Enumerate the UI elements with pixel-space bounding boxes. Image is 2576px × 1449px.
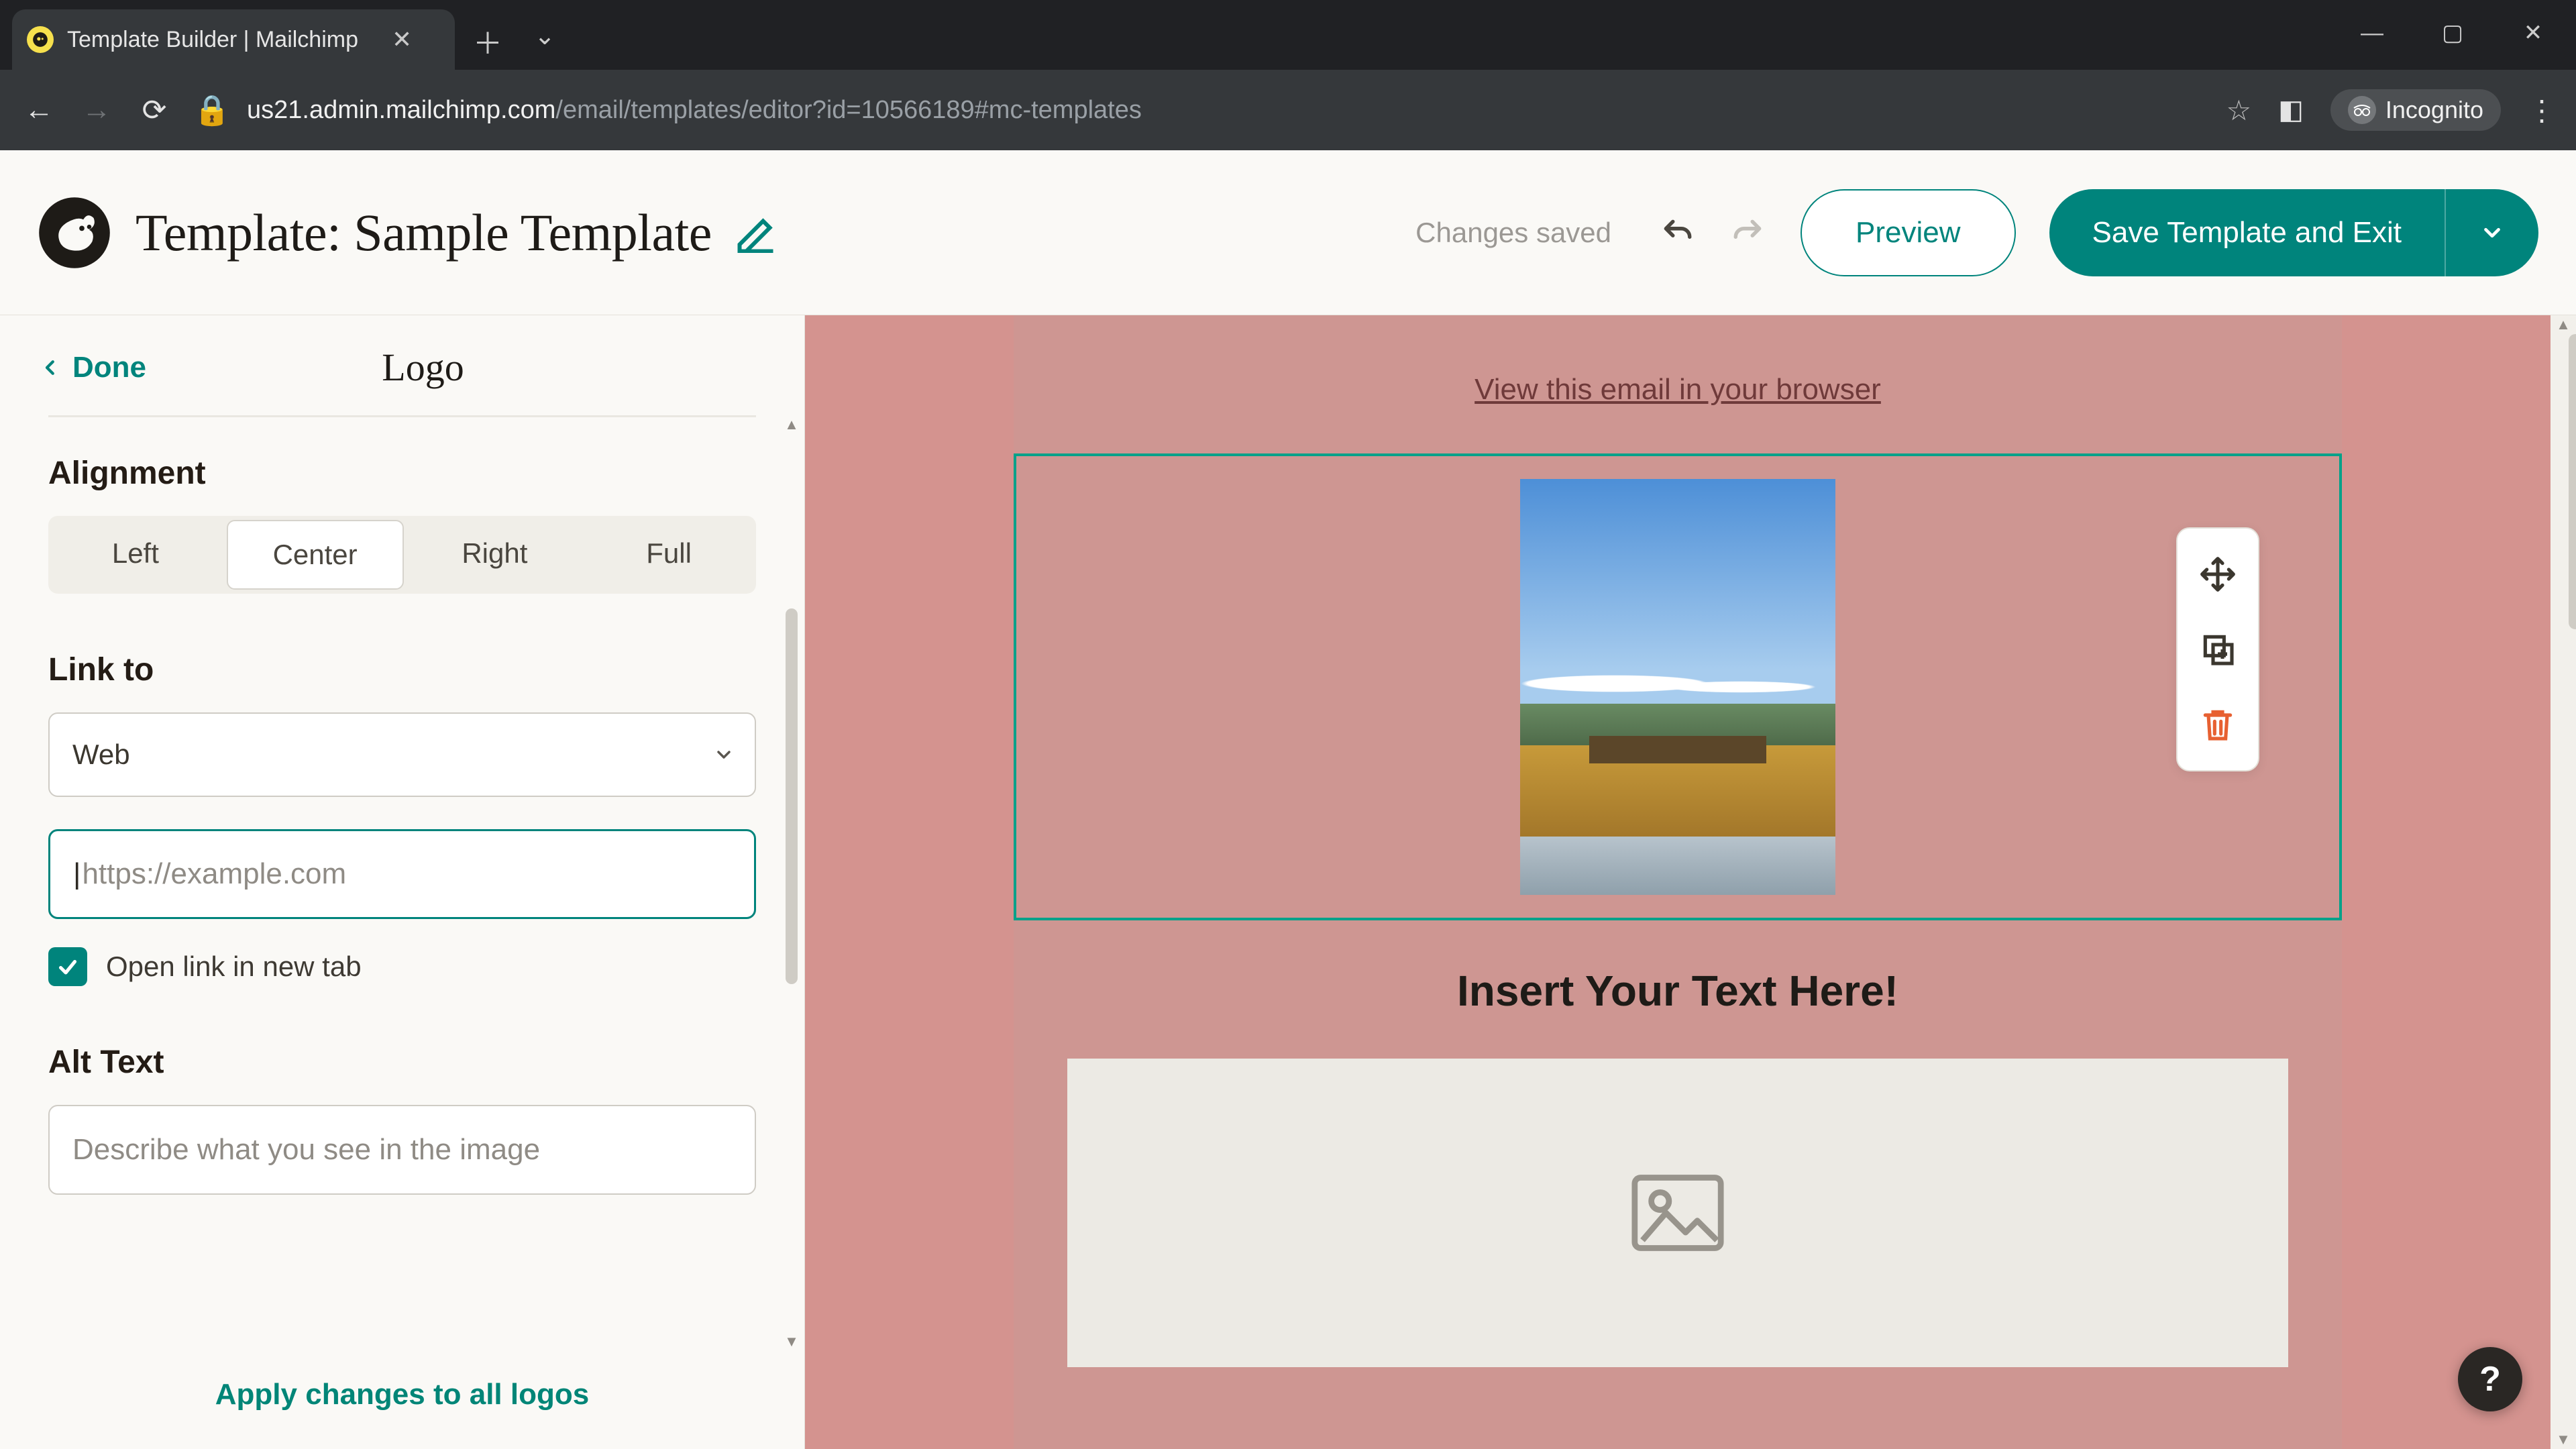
delete-block-button[interactable]: [2186, 688, 2250, 761]
save-status: Changes saved: [1415, 217, 1611, 249]
duplicate-icon: [2199, 631, 2237, 668]
scroll-up-icon[interactable]: ▲: [779, 415, 804, 434]
mailchimp-favicon-icon: [27, 26, 54, 53]
alignment-option-right[interactable]: Right: [408, 516, 582, 594]
browser-reload-icon[interactable]: ⟳: [136, 91, 173, 129]
done-button[interactable]: Done: [40, 351, 146, 384]
page-title: Template: Sample Template: [136, 203, 712, 263]
move-icon: [2199, 555, 2237, 593]
incognito-icon: [2348, 96, 2376, 124]
browser-toolbar: ← → ⟳ 🔒 us21.admin.mailchimp.com/email/t…: [0, 70, 2576, 150]
url-host: us21.admin.mailchimp.com: [247, 96, 555, 124]
undo-icon[interactable]: [1658, 214, 1696, 252]
panel-scroll-thumb[interactable]: [786, 608, 798, 984]
apply-all-logos-link[interactable]: Apply changes to all logos: [215, 1378, 589, 1411]
chrome-menu-icon[interactable]: ⋮: [2528, 94, 2556, 127]
check-icon: [56, 955, 80, 979]
panel-header: Done Logo: [0, 315, 804, 415]
link-url-placeholder: https://example.com: [82, 857, 346, 891]
incognito-label: Incognito: [2385, 96, 2483, 124]
redo-icon[interactable]: [1729, 214, 1767, 252]
canvas-scroll-thumb[interactable]: [2569, 334, 2576, 629]
alt-text-placeholder: Describe what you see in the image: [72, 1133, 540, 1167]
scroll-down-icon[interactable]: ▼: [779, 1332, 804, 1351]
move-block-button[interactable]: [2186, 538, 2250, 610]
url-display: us21.admin.mailchimp.com/email/templates…: [247, 96, 1142, 125]
editor-canvas[interactable]: View this email in your browser Insert Y…: [805, 315, 2551, 1449]
browser-back-icon[interactable]: ←: [20, 91, 58, 129]
canvas-scrollbar[interactable]: ▲ ▼: [2551, 315, 2576, 1449]
app-header: Template: Sample Template Changes saved …: [0, 150, 2576, 315]
browser-tab-active[interactable]: Template Builder | Mailchimp ✕: [12, 9, 455, 70]
canvas-scroll-up-icon[interactable]: ▲: [2551, 315, 2576, 334]
tabs-dropdown-icon[interactable]: ⌄: [511, 12, 578, 59]
address-bar[interactable]: 🔒 us21.admin.mailchimp.com/email/templat…: [193, 91, 2206, 129]
headline-text[interactable]: Insert Your Text Here!: [1014, 966, 2342, 1016]
url-path: /email/templates/editor?id=10566189#mc-t…: [555, 96, 1141, 124]
alignment-option-center[interactable]: Center: [227, 520, 404, 590]
properties-panel: Done Logo Alignment Left Center Right Fu…: [0, 315, 805, 1449]
side-panel-icon[interactable]: ◧: [2278, 95, 2304, 125]
window-maximize-icon[interactable]: ▢: [2419, 9, 2486, 56]
link-type-value: Web: [72, 739, 130, 771]
link-to-label: Link to: [48, 651, 756, 688]
duplicate-block-button[interactable]: [2186, 613, 2250, 686]
image-placeholder-block[interactable]: [1067, 1059, 2288, 1367]
workspace: Done Logo Alignment Left Center Right Fu…: [0, 315, 2576, 1449]
trash-icon: [2199, 706, 2237, 743]
close-tab-icon[interactable]: ✕: [392, 25, 412, 54]
save-template-button[interactable]: Save Template and Exit: [2049, 189, 2445, 276]
browser-tab-strip: Template Builder | Mailchimp ✕ ＋ ⌄ — ▢ ✕: [0, 0, 2576, 70]
panel-footer: Apply changes to all logos: [0, 1351, 804, 1449]
open-new-tab-checkbox[interactable]: [48, 947, 87, 986]
link-type-select[interactable]: Web: [48, 712, 756, 797]
browser-tab-title: Template Builder | Mailchimp: [67, 27, 358, 53]
help-button[interactable]: ?: [2458, 1347, 2522, 1411]
panel-divider: [48, 415, 756, 417]
alignment-option-left[interactable]: Left: [48, 516, 223, 594]
new-tab-button[interactable]: ＋: [464, 17, 511, 64]
text-caret: |: [73, 857, 80, 891]
mailchimp-logo-icon[interactable]: [38, 196, 111, 270]
panel-scroll-track[interactable]: [784, 434, 800, 1332]
email-body: View this email in your browser Insert Y…: [1014, 315, 2342, 1449]
alignment-label: Alignment: [48, 455, 756, 492]
alignment-segmented-control: Left Center Right Full: [48, 516, 756, 594]
chevron-down-icon: [713, 744, 735, 765]
editor-canvas-wrap: View this email in your browser Insert Y…: [805, 315, 2576, 1449]
view-in-browser-link[interactable]: View this email in your browser: [1014, 315, 2342, 453]
open-new-tab-row[interactable]: Open link in new tab: [48, 947, 756, 986]
image-placeholder-icon: [1631, 1173, 1725, 1253]
lock-icon[interactable]: 🔒: [193, 91, 231, 129]
incognito-indicator[interactable]: Incognito: [2330, 89, 2501, 131]
preview-button[interactable]: Preview: [1801, 189, 2016, 276]
window-close-icon[interactable]: ✕: [2500, 9, 2567, 56]
save-button-group: Save Template and Exit: [2049, 189, 2538, 276]
alignment-option-full[interactable]: Full: [582, 516, 756, 594]
open-new-tab-label: Open link in new tab: [106, 951, 362, 983]
logo-image[interactable]: [1520, 479, 1835, 895]
alt-text-label: Alt Text: [48, 1044, 756, 1081]
block-toolbar: [2176, 527, 2259, 771]
alt-text-input[interactable]: Describe what you see in the image: [48, 1105, 756, 1195]
panel-title: Logo: [146, 345, 700, 390]
edit-title-button[interactable]: [735, 213, 775, 253]
browser-forward-icon[interactable]: →: [78, 91, 115, 129]
logo-block-selected[interactable]: [1014, 453, 2342, 920]
panel-scrollbar[interactable]: ▲ ▼: [779, 415, 804, 1351]
link-url-input[interactable]: |https://example.com: [48, 829, 756, 919]
save-dropdown-button[interactable]: [2445, 189, 2538, 276]
window-controls: — ▢ ✕: [2339, 9, 2576, 56]
canvas-scroll-down-icon[interactable]: ▼: [2551, 1430, 2576, 1449]
window-minimize-icon[interactable]: —: [2339, 9, 2406, 56]
bookmark-star-icon[interactable]: ☆: [2226, 94, 2251, 127]
done-label: Done: [72, 351, 146, 384]
